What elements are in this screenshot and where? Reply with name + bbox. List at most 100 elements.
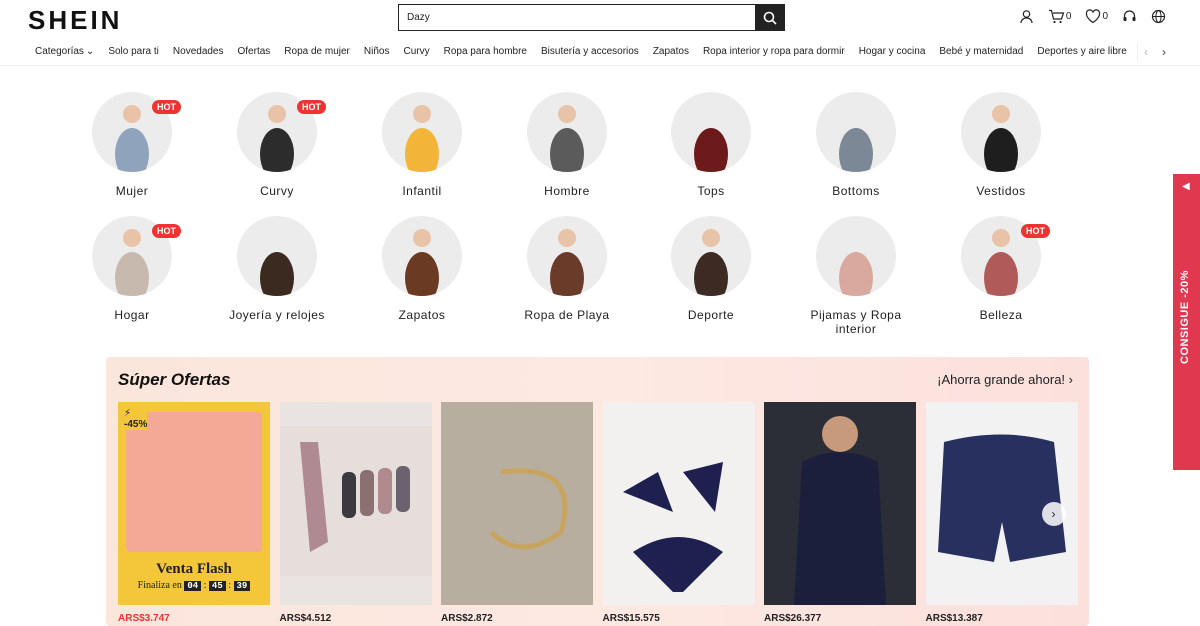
product-card[interactable]: ARS$15.575: [602, 402, 755, 624]
user-icon: [1020, 10, 1033, 24]
nav-item[interactable]: Ropa para hombre: [444, 46, 527, 57]
product-price: ARS$4.512: [279, 613, 332, 624]
carousel-next-button[interactable]: ›: [1041, 502, 1066, 526]
flash-sale-title: Venta Flash: [156, 561, 232, 577]
save-big-label: ¡Ahorra grande ahora!: [937, 372, 1066, 387]
category-item[interactable]: Vestidos: [931, 92, 1071, 198]
category-label: Tops: [697, 184, 725, 198]
nav-item[interactable]: Novedades: [173, 46, 224, 57]
super-offers-title: Súper Ofertas: [118, 370, 231, 389]
headset-icon: [1123, 10, 1136, 21]
save-big-link[interactable]: ¡Ahorra grande ahora! ›: [937, 372, 1073, 387]
product-price: ARS$15.575: [602, 613, 660, 624]
category-item[interactable]: Deporte: [641, 216, 781, 322]
product-card[interactable]: › ARS$13.387: [925, 402, 1078, 624]
category-image: [527, 92, 607, 172]
search-button[interactable]: [755, 5, 784, 30]
category-item[interactable]: Tops: [641, 92, 781, 198]
category-item[interactable]: HOT Curvy: [207, 92, 347, 198]
product-card[interactable]: ⚡ -45% Venta Flash Finaliza en 04 : 45 : …: [118, 402, 270, 624]
hot-badge: HOT: [297, 100, 326, 114]
category-label: Hogar: [114, 308, 150, 322]
category-label: Mujer: [115, 184, 149, 198]
product-image: [602, 402, 755, 605]
nav-item[interactable]: Hogar y cocina: [859, 46, 926, 57]
countdown-hours: 04: [184, 581, 202, 591]
cart-count: 0: [1065, 11, 1072, 22]
product-image: [279, 402, 432, 605]
countdown-label: Finaliza en: [137, 580, 182, 591]
category-image: [961, 92, 1041, 172]
category-item[interactable]: Bottoms: [786, 92, 926, 198]
discount-side-label: CONSIGUE -20%: [1179, 270, 1191, 364]
countdown-seconds: 39: [233, 581, 251, 591]
category-item[interactable]: Zapatos: [352, 216, 492, 322]
logo[interactable]: SHEIN: [28, 5, 122, 36]
category-label: Belleza: [979, 308, 1023, 322]
countdown: Finaliza en 04 : 45 : 39: [118, 580, 270, 591]
category-nav: Categorías ⌄ Solo para ti Novedades Ofertas R…: [0, 40, 1200, 66]
category-image: [671, 92, 751, 172]
category-image: [816, 216, 896, 296]
page: SHEIN 0 0: [0, 0, 1200, 626]
discount-label: -45%: [124, 419, 148, 430]
nav-item[interactable]: Ofertas: [238, 46, 271, 57]
nav-item[interactable]: Curvy: [403, 46, 429, 57]
nav-item[interactable]: Categorías: [35, 46, 84, 57]
account-button[interactable]: [1019, 9, 1034, 24]
category-item[interactable]: Hombre: [497, 92, 637, 198]
product-card[interactable]: ARS$4.512: [279, 402, 432, 624]
language-button[interactable]: [1151, 9, 1166, 24]
nav-items: Categorías ⌄ Solo para ti Novedades Ofertas R…: [35, 46, 1127, 57]
nav-item[interactable]: Bebé y maternidad: [939, 46, 1023, 57]
product-card[interactable]: ARS$26.377: [764, 402, 916, 624]
support-button[interactable]: [1122, 9, 1137, 24]
category-image: [382, 216, 462, 296]
header-icons: 0 0: [1019, 9, 1166, 24]
category-item[interactable]: Ropa de Playa: [497, 216, 637, 322]
wishlist-button[interactable]: 0: [1085, 9, 1108, 24]
nav-item[interactable]: Solo para ti: [108, 46, 159, 57]
nav-item[interactable]: Ropa interior y ropa para dormir: [703, 46, 845, 57]
category-item[interactable]: Joyería y relojes: [207, 216, 347, 322]
discount-side-tab[interactable]: ◀ CONSIGUE -20%: [1173, 174, 1200, 470]
hot-badge: HOT: [152, 100, 181, 114]
search-icon: [763, 11, 777, 25]
product-card[interactable]: ARS$2.872: [441, 402, 593, 624]
countdown-minutes: 45: [208, 581, 226, 591]
nav-arrows: ‹ ›: [1137, 43, 1166, 61]
search-input[interactable]: [399, 5, 755, 30]
nav-item[interactable]: Ropa de mujer: [284, 46, 350, 57]
nav-item[interactable]: Deportes y aire libre: [1037, 46, 1126, 57]
category-item[interactable]: HOT Mujer: [62, 92, 202, 198]
heart-icon: [1086, 9, 1101, 24]
nav-prev-icon[interactable]: ‹: [1144, 45, 1148, 59]
wishlist-count: 0: [1102, 11, 1108, 22]
flash-sale-footer: Venta Flash Finaliza en 04 : 45 : 39: [118, 555, 270, 605]
product-image: ›: [925, 402, 1078, 605]
product-image: [441, 402, 593, 605]
search-bar: [398, 4, 785, 31]
category-label: Joyería y relojes: [229, 308, 325, 322]
product-image: [764, 402, 916, 605]
category-image: [527, 216, 607, 296]
hot-badge: HOT: [152, 224, 181, 238]
cart-button[interactable]: 0: [1048, 9, 1072, 24]
super-offers-section: Súper Ofertas ¡Ahorra grande ahora! › ⚡ -…: [106, 357, 1089, 626]
product-price: ARS$2.872: [441, 613, 493, 624]
nav-item[interactable]: Niños: [364, 46, 390, 57]
nav-item[interactable]: Zapatos: [653, 46, 689, 57]
category-image: [237, 216, 317, 296]
nav-item[interactable]: Bisutería y accesorios: [541, 46, 639, 57]
category-label: Zapatos: [398, 308, 446, 322]
category-item[interactable]: Pijamas y Ropa interior: [786, 216, 926, 336]
category-label: Bottoms: [832, 184, 880, 198]
discount-badge: ⚡ -45%: [124, 408, 148, 430]
category-item[interactable]: HOT Hogar: [62, 216, 202, 322]
category-label: Hombre: [544, 184, 590, 198]
category-item[interactable]: Infantil: [352, 92, 492, 198]
nav-next-icon[interactable]: ›: [1162, 45, 1166, 59]
category-item[interactable]: HOT Belleza: [931, 216, 1071, 322]
product-price: ARS$26.377: [764, 613, 822, 624]
product-price: ARS$13.387: [925, 613, 983, 624]
